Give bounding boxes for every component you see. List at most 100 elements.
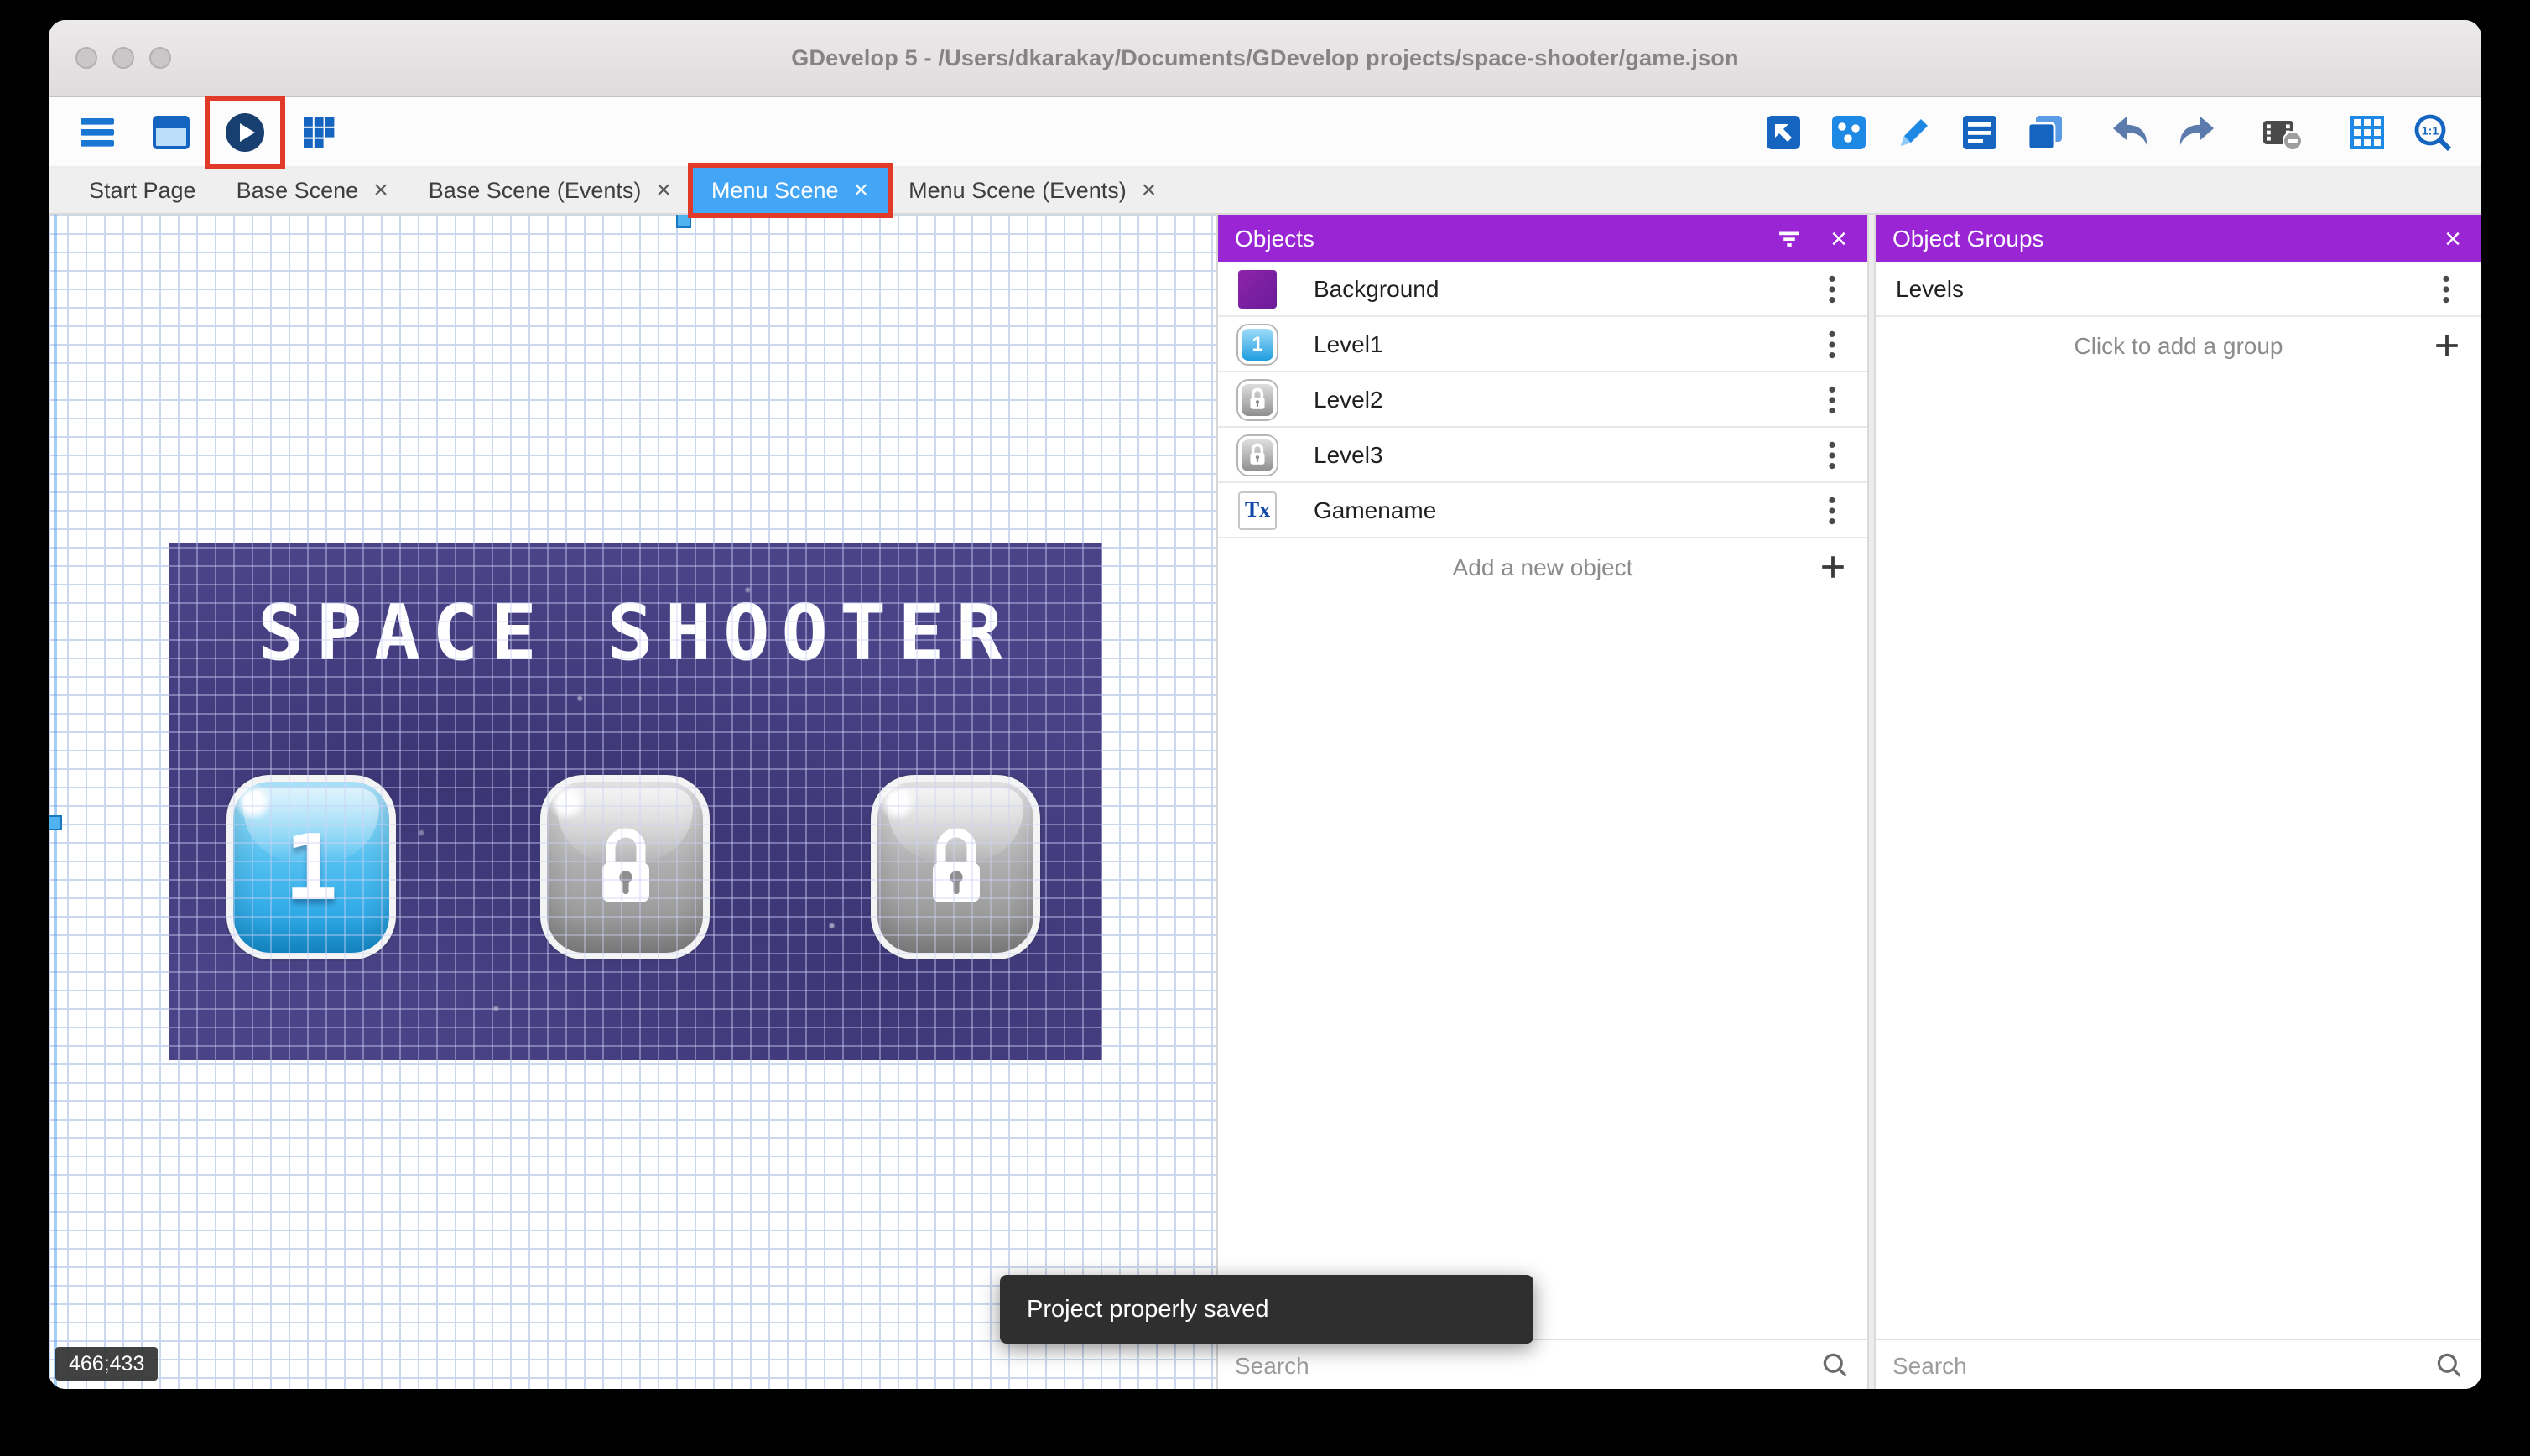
object-row-gamename[interactable]: Tx Gamename xyxy=(1218,483,1867,538)
objects-search-bar xyxy=(1218,1339,1867,1389)
window-title: GDevelop 5 - /Users/dkarakay/Documents/G… xyxy=(791,45,1739,70)
close-panel-icon[interactable]: × xyxy=(1827,224,1851,252)
scene-canvas[interactable]: SPACE SHOOTER 1 466;433 xyxy=(49,215,1218,1389)
close-panel-icon[interactable]: × xyxy=(2441,224,2465,252)
resize-handle-top[interactable] xyxy=(676,215,691,228)
objects-editor-button[interactable] xyxy=(1762,110,1805,153)
object-name: Gamename xyxy=(1314,497,1437,523)
level-unlocked-icon: 1 xyxy=(1238,325,1277,363)
object-groups-header: Object Groups × xyxy=(1876,215,2481,262)
level2-button-instance[interactable] xyxy=(540,775,710,959)
level-locked-icon xyxy=(1238,380,1277,419)
preview-options-button[interactable] xyxy=(2260,110,2304,153)
scene-editor-button[interactable] xyxy=(149,110,193,153)
undo-icon xyxy=(2113,116,2147,144)
game-scene-preview[interactable]: SPACE SHOOTER 1 xyxy=(169,543,1102,1060)
group-name: Levels xyxy=(1896,275,1964,302)
redo-button[interactable] xyxy=(2174,110,2218,153)
object-menu-button[interactable] xyxy=(1817,323,1847,365)
zoom-button[interactable]: 1:1 xyxy=(2411,110,2455,153)
toast-message: Project properly saved xyxy=(1027,1296,1269,1323)
close-button[interactable] xyxy=(75,47,97,69)
project-manager-icon xyxy=(81,117,114,146)
debug-icon xyxy=(304,117,335,148)
object-name: Level1 xyxy=(1314,330,1383,357)
three-dots-icon xyxy=(1829,274,1835,303)
level-number-label: 1 xyxy=(284,814,339,920)
three-dots-icon xyxy=(1829,385,1835,413)
tab-label: Base Scene (Events) xyxy=(428,178,642,203)
group-menu-button[interactable] xyxy=(2431,268,2461,309)
tab-close-icon[interactable]: × xyxy=(656,178,671,203)
scene-editor-icon xyxy=(153,115,190,148)
add-object-button[interactable]: Add a new object xyxy=(1218,538,1867,594)
undo-button[interactable] xyxy=(2109,110,2153,153)
object-menu-button[interactable] xyxy=(1817,489,1847,531)
level1-button-instance[interactable]: 1 xyxy=(226,775,396,959)
panel-splitter[interactable] xyxy=(1867,215,1876,1389)
events-sheet-button[interactable] xyxy=(1958,110,2002,153)
search-icon xyxy=(1820,1349,1851,1380)
object-row-level1[interactable]: 1 Level1 xyxy=(1218,317,1867,372)
object-menu-button[interactable] xyxy=(1817,378,1847,420)
lock-icon xyxy=(586,820,664,914)
object-menu-button[interactable] xyxy=(1817,434,1847,476)
titlebar: GDevelop 5 - /Users/dkarakay/Documents/G… xyxy=(49,20,2481,97)
lock-icon xyxy=(917,820,994,914)
tab-bar: Start Page Base Scene × Base Scene (Even… xyxy=(49,163,2481,218)
tab-base-scene-events[interactable]: Base Scene (Events) × xyxy=(409,168,691,213)
object-row-level2[interactable]: Level2 xyxy=(1218,372,1867,428)
app-window: GDevelop 5 - /Users/dkarakay/Documents/G… xyxy=(49,20,2481,1389)
play-button[interactable] xyxy=(205,95,285,169)
objects-editor-icon xyxy=(1767,115,1800,148)
tab-close-icon[interactable]: × xyxy=(1142,178,1157,203)
tab-start-page[interactable]: Start Page xyxy=(69,168,216,213)
cursor-coordinates-badge: 466;433 xyxy=(55,1347,159,1381)
objects-panel: Objects × Background 1 Level1 Level2 Lev… xyxy=(1218,215,1867,1389)
add-object-label: Add a new object xyxy=(1452,553,1633,580)
object-name: Background xyxy=(1314,275,1439,302)
object-name: Level3 xyxy=(1314,441,1383,468)
zoom-window-button[interactable] xyxy=(149,47,171,69)
zoom-level-label: 1:1 xyxy=(2422,123,2439,137)
tab-menu-scene-events[interactable]: Menu Scene (Events) × xyxy=(888,168,1176,213)
grid-button[interactable] xyxy=(2345,110,2389,153)
layers-icon xyxy=(2027,115,2062,150)
plus-icon[interactable] xyxy=(1819,552,1847,580)
instances-list-icon xyxy=(1832,115,1866,148)
group-row-levels[interactable]: Levels xyxy=(1876,262,2481,317)
tab-menu-scene[interactable]: Menu Scene × xyxy=(687,163,893,218)
tab-close-icon[interactable]: × xyxy=(854,178,869,203)
toolbar-right-group: 1:1 xyxy=(1762,110,2455,153)
add-group-label: Click to add a group xyxy=(2074,331,2283,358)
level3-button-instance[interactable] xyxy=(871,775,1040,959)
window-controls xyxy=(75,20,171,96)
object-row-background[interactable]: Background xyxy=(1218,262,1867,317)
groups-search-input[interactable] xyxy=(1892,1351,2421,1378)
screenshot-root: GDevelop 5 - /Users/dkarakay/Documents/G… xyxy=(0,0,2530,1456)
tab-close-icon[interactable]: × xyxy=(373,178,388,203)
three-dots-icon xyxy=(1829,440,1835,469)
instances-list-button[interactable] xyxy=(1827,110,1871,153)
minimize-button[interactable] xyxy=(112,47,134,69)
object-menu-button[interactable] xyxy=(1817,268,1847,309)
project-manager-button[interactable] xyxy=(75,110,119,153)
filter-button[interactable] xyxy=(1775,224,1804,252)
toolbar-left-group xyxy=(75,95,341,169)
tab-label: Menu Scene xyxy=(711,178,839,203)
preview-options-icon xyxy=(2263,120,2303,150)
three-dots-icon xyxy=(1829,496,1835,524)
debug-button[interactable] xyxy=(297,110,341,153)
object-row-level3[interactable]: Level3 xyxy=(1218,428,1867,483)
button-highlight-dot xyxy=(879,783,916,820)
objects-search-input[interactable] xyxy=(1235,1351,1807,1378)
layers-button[interactable] xyxy=(2023,110,2067,153)
edit-properties-button[interactable] xyxy=(1892,110,1936,153)
plus-icon[interactable] xyxy=(2433,330,2461,359)
tab-label: Start Page xyxy=(89,178,196,203)
add-group-button[interactable]: Click to add a group xyxy=(1876,317,2481,372)
tab-base-scene[interactable]: Base Scene × xyxy=(216,168,409,213)
resize-handle-left[interactable] xyxy=(49,815,62,830)
objects-panel-empty-area xyxy=(1218,594,1867,1339)
three-dots-icon xyxy=(2443,274,2449,303)
